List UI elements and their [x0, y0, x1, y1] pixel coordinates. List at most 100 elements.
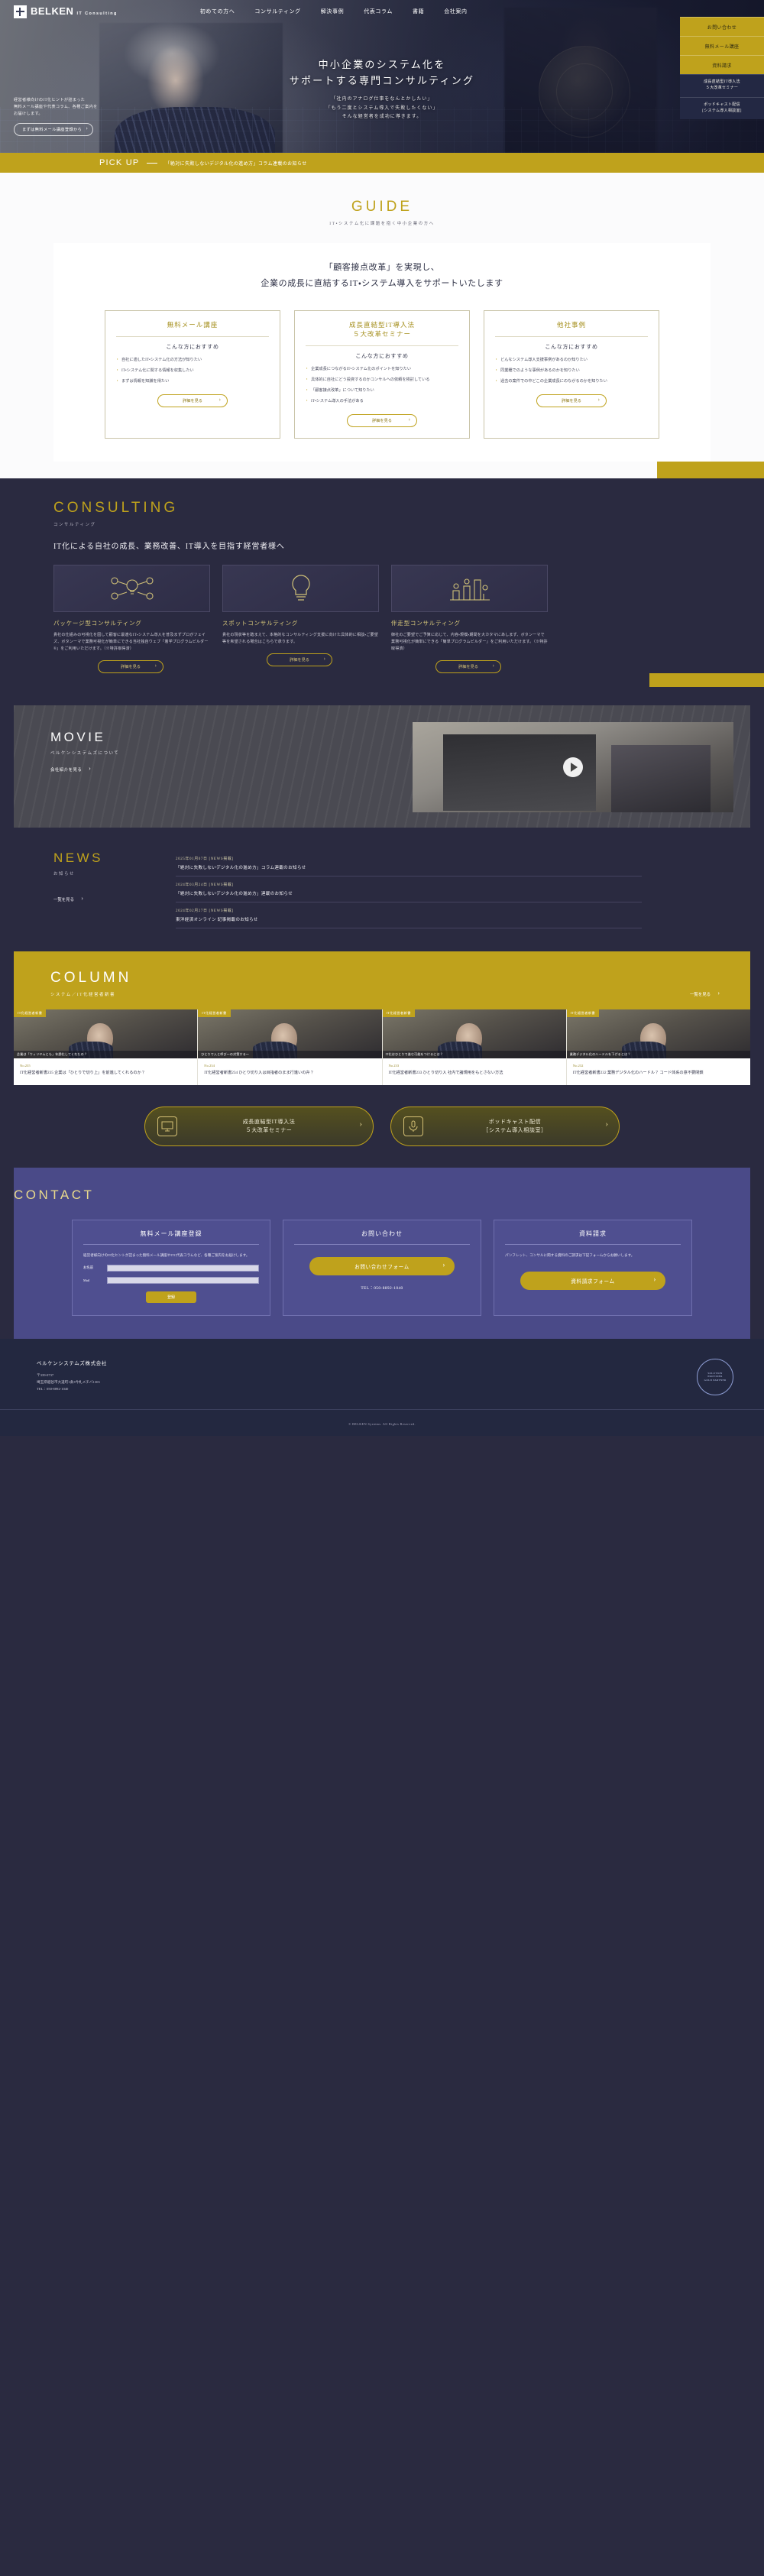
- contact-box-text: パンフレット、コンサルに関する資料のご請求は下記フォームからお願いします。: [505, 1253, 635, 1258]
- consulting-subtitle: コンサルティング: [53, 523, 96, 528]
- divider: [83, 1244, 259, 1246]
- rail-podcast-button[interactable]: ポッドキャスト配信 [システム導入相談室]: [680, 96, 764, 119]
- nav-item-column[interactable]: 代表コラム: [364, 8, 393, 15]
- divider: [116, 335, 269, 337]
- column-card[interactable]: IT化経営者新書 企業は「ウィリヤムとも」年齢化してくれたの？ No.235 I…: [14, 1009, 199, 1086]
- column-section: COLUMN システム／IT化経営者新書 一覧を見る IT化経営者新書 企業は「…: [14, 951, 750, 1086]
- column-card-title: IT化経営者新書234 ひとり切り入は目指者のまま行進いの弁？: [204, 1071, 314, 1076]
- rail-mail-course-button[interactable]: 無料メール講座: [680, 36, 764, 55]
- guide-card-detail-button[interactable]: 詳細を見る: [536, 394, 607, 408]
- consulting-card-package[interactable]: パッケージ型コンサルティング 貴社の仕組みの可視化を図して顧客に最適なIT・シス…: [53, 565, 210, 674]
- logo-name: BELKEN: [31, 5, 74, 17]
- list-item: 自社に適したIT・システム化の方法が知りたい: [115, 357, 269, 364]
- column-card-title: IT化経営者新書235 企業は「ひとりで切り上」を前進してくれるのか？: [20, 1071, 145, 1076]
- footer-address: 〒339-0737 埼玉県越谷市大道町1条3今札メチバ1303 TEL：050-…: [37, 1372, 107, 1393]
- consulting-card-title: パッケージ型コンサルティング: [53, 620, 142, 627]
- pickup-divider: [147, 162, 158, 164]
- column-subtitle: システム／IT化経営者新書: [50, 993, 116, 998]
- rail-contact-button[interactable]: お問い合わせ: [680, 17, 764, 36]
- movie-company-intro-button[interactable]: 会社紹介を見る: [50, 765, 92, 773]
- news-item[interactable]: 2024年03月24日 [NEWS掲載] 「絶対に失敗しないデジタル化の進め方」…: [176, 876, 642, 903]
- consulting-card-detail-button[interactable]: 詳細を見る: [435, 660, 501, 674]
- promo-podcast-button[interactable]: ポッドキャスト配信 ［システム導入相談室］: [390, 1107, 620, 1147]
- pickup-banner[interactable]: PICK UP 「絶対に失敗しないデジタル化の進め方」コラム連載のお知らせ: [0, 153, 764, 173]
- hero-subcopy: 「社内のアナログ仕事をなんとかしたい」 「もう二度とシステム導入で失敗したくない…: [0, 96, 764, 122]
- guide-card-title: 成長直結型IT導入法 ５大改革セミナー: [306, 320, 458, 339]
- news-view-all-button[interactable]: 一覧を見る: [53, 895, 83, 902]
- hero-note-line2: 無料メール講座や代表コラム、各種ご案内を: [14, 104, 98, 109]
- nav-item-company[interactable]: 会社案内: [444, 8, 467, 15]
- rail-podcast-line1: ポッドキャスト配信: [704, 102, 740, 107]
- consulting-section: CONSULTING コンサルティング IT化による自社の成長、業務改善、IT導…: [0, 478, 764, 706]
- news-subtitle: お知らせ: [53, 872, 75, 877]
- guide-card-cases[interactable]: 他社事例 こんな方におすすめ どんなシステム導入支援事例があるのか知りたい 同業…: [484, 309, 659, 439]
- column-view-all-button[interactable]: 一覧を見る: [690, 990, 720, 997]
- guide-card-seminar[interactable]: 成長直結型IT導入法 ５大改革セミナー こんな方におすすめ 企業成長につながるI…: [294, 309, 470, 439]
- inquiry-form-button[interactable]: お問い合わせフォーム: [309, 1257, 455, 1276]
- contact-box-text: 経営者様向けのIT化ヒントが詰まった無料メール講座やITC代表コラムなど、各種ご…: [83, 1253, 250, 1258]
- column-card[interactable]: IT化経営者新書 IT化はひとりで進む可能をつけるには？ No.233 IT化経…: [382, 1009, 567, 1086]
- consulting-card-text: 貴社の仕組みの可視化を図して顧客に最適なIT・システム導入を普及まずプロがフェイ…: [53, 633, 209, 652]
- rail-seminar-button[interactable]: 成長直結型IT導入法 ５大改革セミナー: [680, 74, 764, 97]
- guide-card-detail-button[interactable]: 詳細を見る: [347, 414, 417, 428]
- nav-item-beginners[interactable]: 初めての方へ: [200, 8, 235, 15]
- column-thumbnail: IT化経営者新書 ひとりで人と呼び〜の対策する〜: [198, 1009, 382, 1059]
- site-logo[interactable]: BELKEN IT Consulting: [14, 5, 118, 18]
- footer: ベルケンシステムズ株式会社 〒339-0737 埼玉県越谷市大道町1条3今札メチ…: [0, 1338, 764, 1436]
- consulting-card-accompany[interactable]: 伴走型コンサルティング 御社のご要望でご予算に応じて、内容・規模・期間を大カタマ…: [391, 565, 548, 674]
- guide-card-subtitle: こんな方におすすめ: [545, 343, 598, 350]
- news-item[interactable]: 2025年01月07日 [NEWS掲載] 「絶対に失敗しないデジタル化の進め方」…: [176, 851, 642, 877]
- hero-note: 経営者様向けのIT化ヒントが詰まった 無料メール講座や代表コラム、各種ご案内を …: [14, 97, 98, 136]
- nav-item-books[interactable]: 書籍: [413, 8, 424, 15]
- name-input[interactable]: [107, 1264, 259, 1272]
- mail-course-register-button[interactable]: まずは無料メール講座登録から: [14, 123, 94, 136]
- news-section: NEWS お知らせ 一覧を見る 2025年01月07日 [NEWS掲載] 「絶対…: [0, 828, 764, 952]
- guide-card-title: 他社事例: [556, 320, 586, 329]
- mail-input[interactable]: [107, 1276, 259, 1284]
- mail-field-label: Mail: [83, 1278, 90, 1282]
- column-card[interactable]: IT化経営者新書 業務デジタル化のハードルを下げるとは？ No.232 IT化経…: [566, 1009, 750, 1086]
- column-thumbnail: IT化経営者新書 IT化はひとりで進む可能をつけるには？: [382, 1009, 566, 1059]
- play-icon[interactable]: [563, 757, 583, 778]
- column-card-title: IT化経営者新書232 業務デジタル化のハードル？ コード体系の意不要閉鎖: [572, 1071, 704, 1076]
- divider: [294, 1244, 470, 1246]
- list-item: 同業種でのような事例があるのかを知りたい: [494, 368, 648, 374]
- consulting-accent-bar: [649, 673, 764, 688]
- document-request-form-button[interactable]: 資料請求フォーム: [520, 1271, 665, 1290]
- column-number: No.233: [388, 1064, 400, 1068]
- list-item: 過去の案件での中どこの企業成長にのながるのかを知りたい: [494, 378, 648, 385]
- contact-box-inquiry: お問い合わせ お問い合わせフォーム TEL：050-8892-1040: [283, 1220, 481, 1316]
- hero-sub-line2: 「もう二度とシステム導入で失敗したくない」: [325, 105, 439, 111]
- news-item-title: 「絶対に失敗しないデジタル化の進め方」連載のお知らせ: [176, 892, 293, 897]
- list-item: まずは情報を知識を得たい: [115, 378, 269, 385]
- guide-card-list: 自社に適したIT・システム化の方法が知りたい IT・システム化に関する情報を収集…: [115, 357, 269, 385]
- rail-document-request-button[interactable]: 資料請求: [680, 55, 764, 74]
- contact-box-mail-course: 無料メール講座登録 経営者様向けのIT化ヒントが詰まった無料メール講座やITC代…: [72, 1220, 270, 1316]
- consulting-card-spot[interactable]: スポットコンサルティング 貴社の現状等を踏まえて、本格的なコンサルティング支援に…: [222, 565, 379, 673]
- nav-item-consulting[interactable]: コンサルティング: [254, 8, 300, 15]
- consulting-card-title: 伴走型コンサルティング: [391, 620, 461, 627]
- hero-section: BELKEN IT Consulting 初めての方へ コンサルティング 解決事…: [0, 0, 764, 153]
- guide-lead-line1: 「顧客接点改革」を実現し、: [324, 263, 440, 272]
- column-title: COLUMN: [50, 970, 132, 987]
- list-item: IT・システム化に関する情報を収集したい: [115, 368, 269, 374]
- news-item[interactable]: 2024年02月27日 [NEWS掲載] 東洋経済オンライン 記事掲載のお知らせ: [176, 902, 642, 929]
- news-item-title: 東洋経済オンライン 記事掲載のお知らせ: [176, 918, 258, 923]
- pickup-text: 「絶対に失敗しないデジタル化の進め方」コラム連載のお知らせ: [165, 161, 307, 167]
- promo-seminar-button[interactable]: 成長直結型IT導入法 ５大改革セミナー: [144, 1107, 374, 1147]
- consulting-card-detail-button[interactable]: 詳細を見る: [98, 660, 163, 674]
- page-root: BELKEN IT Consulting 初めての方へ コンサルティング 解決事…: [0, 0, 764, 1436]
- seminar-icon: [157, 1116, 177, 1137]
- divider: [505, 1244, 681, 1246]
- guide-panel: 「顧客接点改革」を実現し、 企業の成長に直結するIT・システム導入をサポートいた…: [53, 243, 711, 462]
- guide-card-mail-course[interactable]: 無料メール講座 こんな方におすすめ 自社に適したIT・システム化の方法が知りたい…: [105, 309, 280, 439]
- guide-header: GUIDE IT・システム化に課題を抱く中小企業の方へ: [0, 199, 764, 226]
- guide-card-detail-button[interactable]: 詳細を見る: [157, 394, 228, 408]
- movie-thumbnail[interactable]: [413, 722, 733, 813]
- column-card[interactable]: IT化経営者新書 ひとりで人と呼び〜の対策する〜 No.234 IT化経営者新書…: [198, 1009, 383, 1086]
- nav-item-cases[interactable]: 解決事例: [321, 8, 344, 15]
- consulting-card-detail-button[interactable]: 詳細を見る: [267, 653, 332, 667]
- register-submit-button[interactable]: 登録: [146, 1291, 196, 1303]
- footer-tel: TEL：050-8892-1040: [37, 1386, 69, 1391]
- movie-subtitle: ベルケンシステムズについて: [50, 751, 120, 757]
